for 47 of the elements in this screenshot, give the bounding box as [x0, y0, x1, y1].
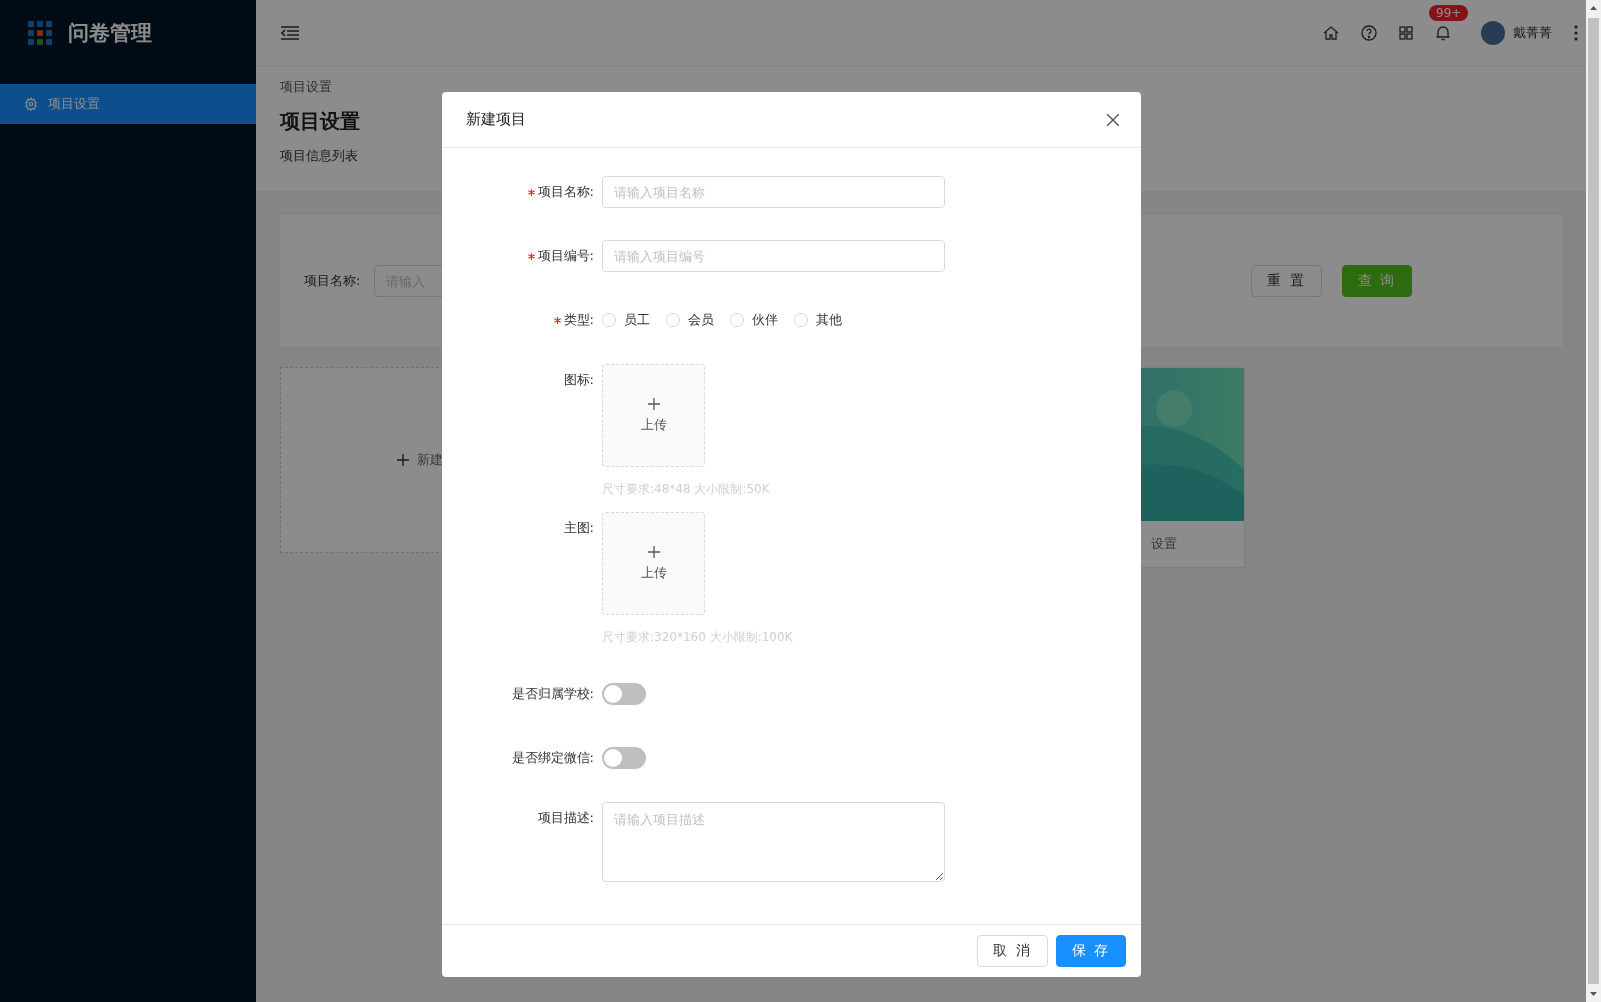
avatar[interactable] — [1481, 20, 1505, 45]
scroll-down-icon[interactable] — [1590, 992, 1597, 996]
save-button[interactable]: 保 存 — [1055, 935, 1126, 967]
apps-icon[interactable] — [1399, 25, 1413, 40]
menu-fold-icon[interactable] — [281, 25, 299, 40]
upload-box[interactable]: 上传 — [602, 364, 705, 467]
close-icon[interactable] — [1107, 113, 1119, 126]
field-label: 类型: — [563, 311, 594, 329]
plus-icon — [647, 545, 660, 558]
upload-box[interactable]: 上传 — [602, 512, 705, 615]
breadcrumb[interactable]: 项目设置 — [280, 78, 332, 96]
page-title: 项目设置 — [280, 108, 360, 135]
radio-option[interactable]: 员工 — [602, 311, 650, 329]
user-name[interactable]: 戴菁菁 — [1513, 23, 1552, 42]
scroll-up-icon[interactable] — [1590, 6, 1597, 10]
field-label: 图标: — [563, 371, 594, 389]
new-project-label: 新建 — [417, 451, 443, 469]
field-label: 项目编号: — [537, 247, 594, 265]
settings-icon — [24, 97, 38, 111]
notification-badge: 99+ — [1429, 4, 1469, 21]
input-field[interactable]: 请输入项目编号 — [602, 240, 945, 272]
input-field[interactable]: 请输入项目名称 — [602, 176, 945, 208]
plus-icon — [397, 454, 409, 466]
field-label: 是否绑定微信: — [511, 749, 594, 767]
help-icon[interactable] — [1361, 24, 1377, 41]
scrollbar[interactable] — [1586, 0, 1601, 1002]
toggle-switch[interactable] — [602, 683, 646, 705]
bell-icon[interactable] — [1435, 24, 1451, 41]
cancel-button[interactable]: 取 消 — [977, 935, 1048, 967]
field-label: 主图: — [563, 519, 594, 537]
more-icon[interactable] — [1574, 24, 1578, 41]
grid-logo-icon — [28, 20, 52, 45]
field-label: 项目名称: — [537, 183, 594, 201]
search-label: 项目名称: — [304, 272, 361, 290]
field-label: 是否归属学校: — [511, 685, 594, 703]
field-label: 项目描述: — [537, 809, 594, 827]
description-field[interactable]: 请输入项目描述 — [602, 802, 945, 882]
toggle-switch[interactable] — [602, 747, 646, 769]
app-title: 问卷管理 — [68, 19, 152, 47]
reset-button[interactable]: 重 置 — [1251, 265, 1322, 297]
page-subtitle: 项目信息列表 — [280, 147, 358, 165]
dialog-title: 新建项目 — [466, 110, 526, 129]
plus-icon — [647, 397, 660, 410]
home-icon[interactable] — [1323, 24, 1339, 41]
radio-option[interactable]: 会员 — [666, 311, 714, 329]
radio-option[interactable]: 其他 — [794, 311, 842, 329]
radio-option[interactable]: 伙伴 — [730, 311, 778, 329]
